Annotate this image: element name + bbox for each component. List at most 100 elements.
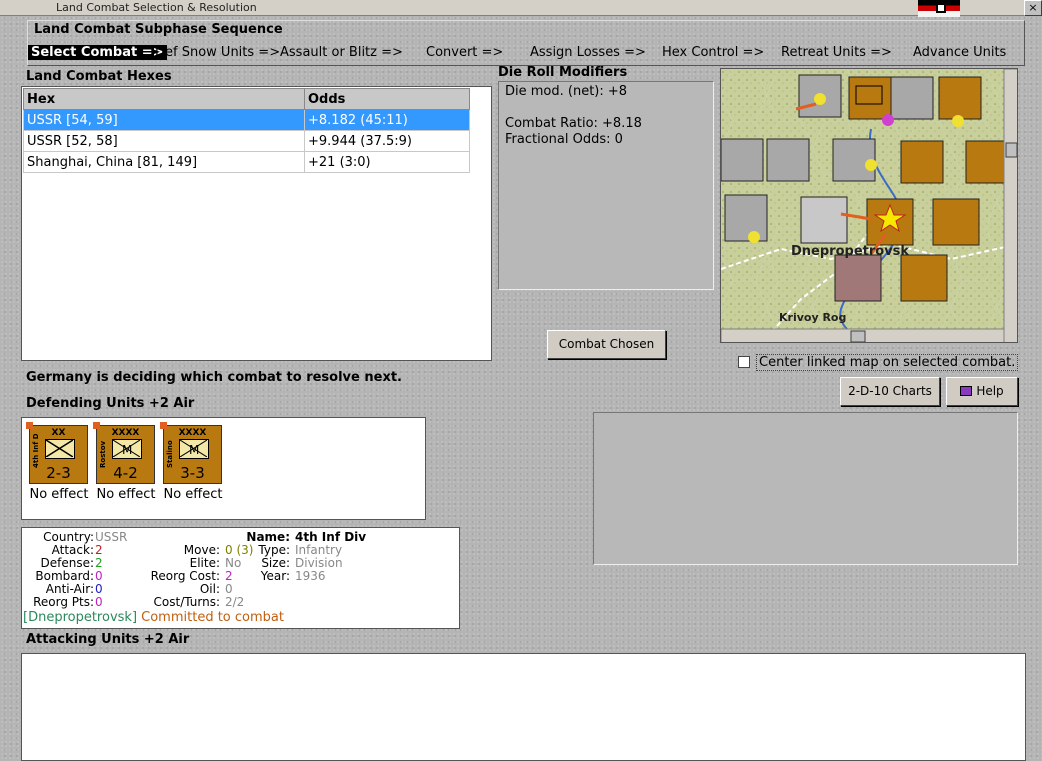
info-costturns-value: 2/2 (225, 595, 245, 609)
map-vertical-scrollbar[interactable] (1003, 69, 1018, 343)
info-bombard-label: Bombard: (35, 569, 94, 583)
svg-text:M: M (189, 443, 199, 457)
defending-units-label: Defending Units +2 Air (26, 396, 195, 411)
info-move-label: Move: (183, 543, 220, 557)
center-map-label[interactable]: Center linked map on selected combat. (756, 354, 1019, 371)
combat-chosen-button[interactable]: Combat Chosen (547, 330, 666, 359)
unit-name: Rostov (99, 440, 107, 468)
map-counter-hungarian[interactable] (834, 254, 882, 302)
column-header-hex[interactable]: Hex (23, 88, 305, 110)
map-counter-ussr[interactable] (900, 140, 944, 184)
info-reorgpts-label: Reorg Pts: (33, 595, 94, 609)
iron-cross-icon (936, 3, 946, 13)
phase-def-snow-units[interactable]: Def Snow Units => (155, 45, 280, 60)
unit-counter[interactable]: XX 4th Inf Div 2-3 (26, 422, 88, 484)
phase-hex-control[interactable]: Hex Control => (662, 45, 764, 60)
info-location-line: [Dnepropetrovsk] Committed to combat (23, 610, 284, 625)
column-header-odds[interactable]: Odds (304, 88, 470, 110)
charts-button[interactable]: 2-D-10 Charts (840, 377, 940, 406)
odds-cell: +8.182 (45:11) (304, 109, 470, 131)
map-horizontal-thumb[interactable] (850, 330, 866, 342)
unit-combat-status: No effect (96, 487, 156, 502)
attacking-units-panel (21, 653, 1026, 761)
linked-map[interactable]: Dnepropetrovsk Krivoy Rog (720, 68, 1018, 343)
status-message: Germany is deciding which combat to reso… (26, 370, 402, 385)
window-title: Land Combat Selection & Resolution (56, 1, 257, 14)
info-type-label: Type: (258, 543, 290, 557)
info-defense-label: Defense: (40, 556, 94, 570)
close-button[interactable]: × (1024, 0, 1042, 16)
phase-assault-or-blitz[interactable]: Assault or Blitz => (280, 45, 403, 60)
map-city-dnepropetrovsk: Dnepropetrovsk (791, 244, 909, 259)
unit-counter[interactable]: XXXX Rostov M 4-2 (93, 422, 155, 484)
table-row[interactable]: Shanghai, China [81, 149] +21 (3:0) (23, 151, 470, 173)
unit-type-icon: M (112, 439, 142, 459)
map-canvas: Dnepropetrovsk Krivoy Rog (721, 69, 1018, 343)
info-defense-value: 2 (95, 556, 103, 570)
table-row[interactable]: USSR [52, 58] +9.944 (37.5:9) (23, 130, 470, 152)
info-oil-value: 0 (225, 582, 233, 596)
map-counter-air[interactable] (724, 194, 768, 242)
fractional-odds-text: Fractional Odds: 0 (505, 132, 623, 147)
result-panel (593, 412, 1018, 565)
map-counter-ussr[interactable] (900, 254, 948, 302)
unit-type-icon: M (179, 439, 209, 459)
map-vertical-thumb[interactable] (1005, 142, 1017, 158)
help-book-icon (960, 386, 973, 396)
map-counter[interactable] (721, 138, 764, 182)
map-counter-badge (748, 231, 760, 243)
map-counter-ussr[interactable] (932, 198, 980, 246)
info-attack-value: 2 (95, 543, 103, 557)
hex-cell: USSR [54, 59] (23, 109, 305, 131)
info-location: [Dnepropetrovsk] (23, 610, 138, 625)
hex-cell: Shanghai, China [81, 149] (23, 151, 305, 173)
info-year-value: 1936 (295, 569, 326, 583)
info-size-label: Size: (261, 556, 290, 570)
attacking-units-label: Attacking Units +2 Air (26, 632, 190, 647)
info-country-value: USSR (95, 530, 128, 544)
phase-retreat-units[interactable]: Retreat Units => (781, 45, 892, 60)
center-map-checkbox[interactable] (738, 356, 750, 368)
help-button-label: Help (976, 384, 1004, 398)
die-roll-modifiers-panel (498, 81, 714, 290)
info-oil-label: Oil: (199, 582, 220, 596)
map-counter-german[interactable] (800, 196, 848, 244)
phase-convert[interactable]: Convert => (426, 45, 503, 60)
info-antiair-label: Anti-Air: (45, 582, 94, 596)
map-counter-badge (882, 114, 894, 126)
table-header: Hex Odds (23, 88, 470, 110)
map-counter-air-ussr[interactable] (938, 76, 982, 120)
info-reorgcost-value: 2 (225, 569, 233, 583)
phase-assign-losses[interactable]: Assign Losses => (530, 45, 646, 60)
info-name-value: 4th Inf Div (295, 530, 367, 544)
window-titlebar: Land Combat Selection & Resolution × (0, 0, 1042, 17)
info-elite-label: Elite: (189, 556, 220, 570)
combat-ratio-text: Combat Ratio: +8.18 (505, 116, 642, 131)
combat-hexes-label: Land Combat Hexes (26, 69, 172, 84)
die-roll-modifiers-label: Die Roll Modifiers (498, 65, 628, 80)
map-counter-ussr[interactable] (965, 140, 1009, 184)
info-reorgcost-label: Reorg Cost: (150, 569, 220, 583)
map-counter-badge (952, 115, 964, 127)
map-counter-armor[interactable] (890, 76, 934, 120)
unit-combat-status: No effect (163, 487, 223, 502)
info-attack-label: Attack: (51, 543, 94, 557)
info-year-label: Year: (260, 569, 290, 583)
help-button[interactable]: Help (946, 377, 1018, 406)
phase-advance-units[interactable]: Advance Units (913, 45, 1006, 60)
info-costturns-label: Cost/Turns: (153, 595, 220, 609)
unit-counter[interactable]: XXXX Stalino M 3-3 (160, 422, 222, 484)
info-size-value: Division (295, 556, 343, 570)
map-city-krivoy-rog: Krivoy Rog (779, 311, 846, 324)
info-reorgpts-value: 0 (95, 595, 103, 609)
combat-hexes-table: Hex Odds USSR [54, 59] +8.182 (45:11) US… (23, 88, 470, 173)
map-counter-air[interactable] (766, 138, 810, 182)
unit-strength: 3-3 (180, 464, 205, 482)
info-committed: Committed to combat (141, 610, 284, 625)
phase-select-combat[interactable]: Select Combat => (28, 45, 167, 60)
map-counter-ussr[interactable] (848, 76, 892, 120)
phase-sequence-title: Land Combat Subphase Sequence (34, 22, 283, 37)
table-row[interactable]: USSR [54, 59] +8.182 (45:11) (23, 109, 470, 131)
hex-cell: USSR [52, 58] (23, 130, 305, 152)
info-elite-value: No (225, 556, 242, 570)
